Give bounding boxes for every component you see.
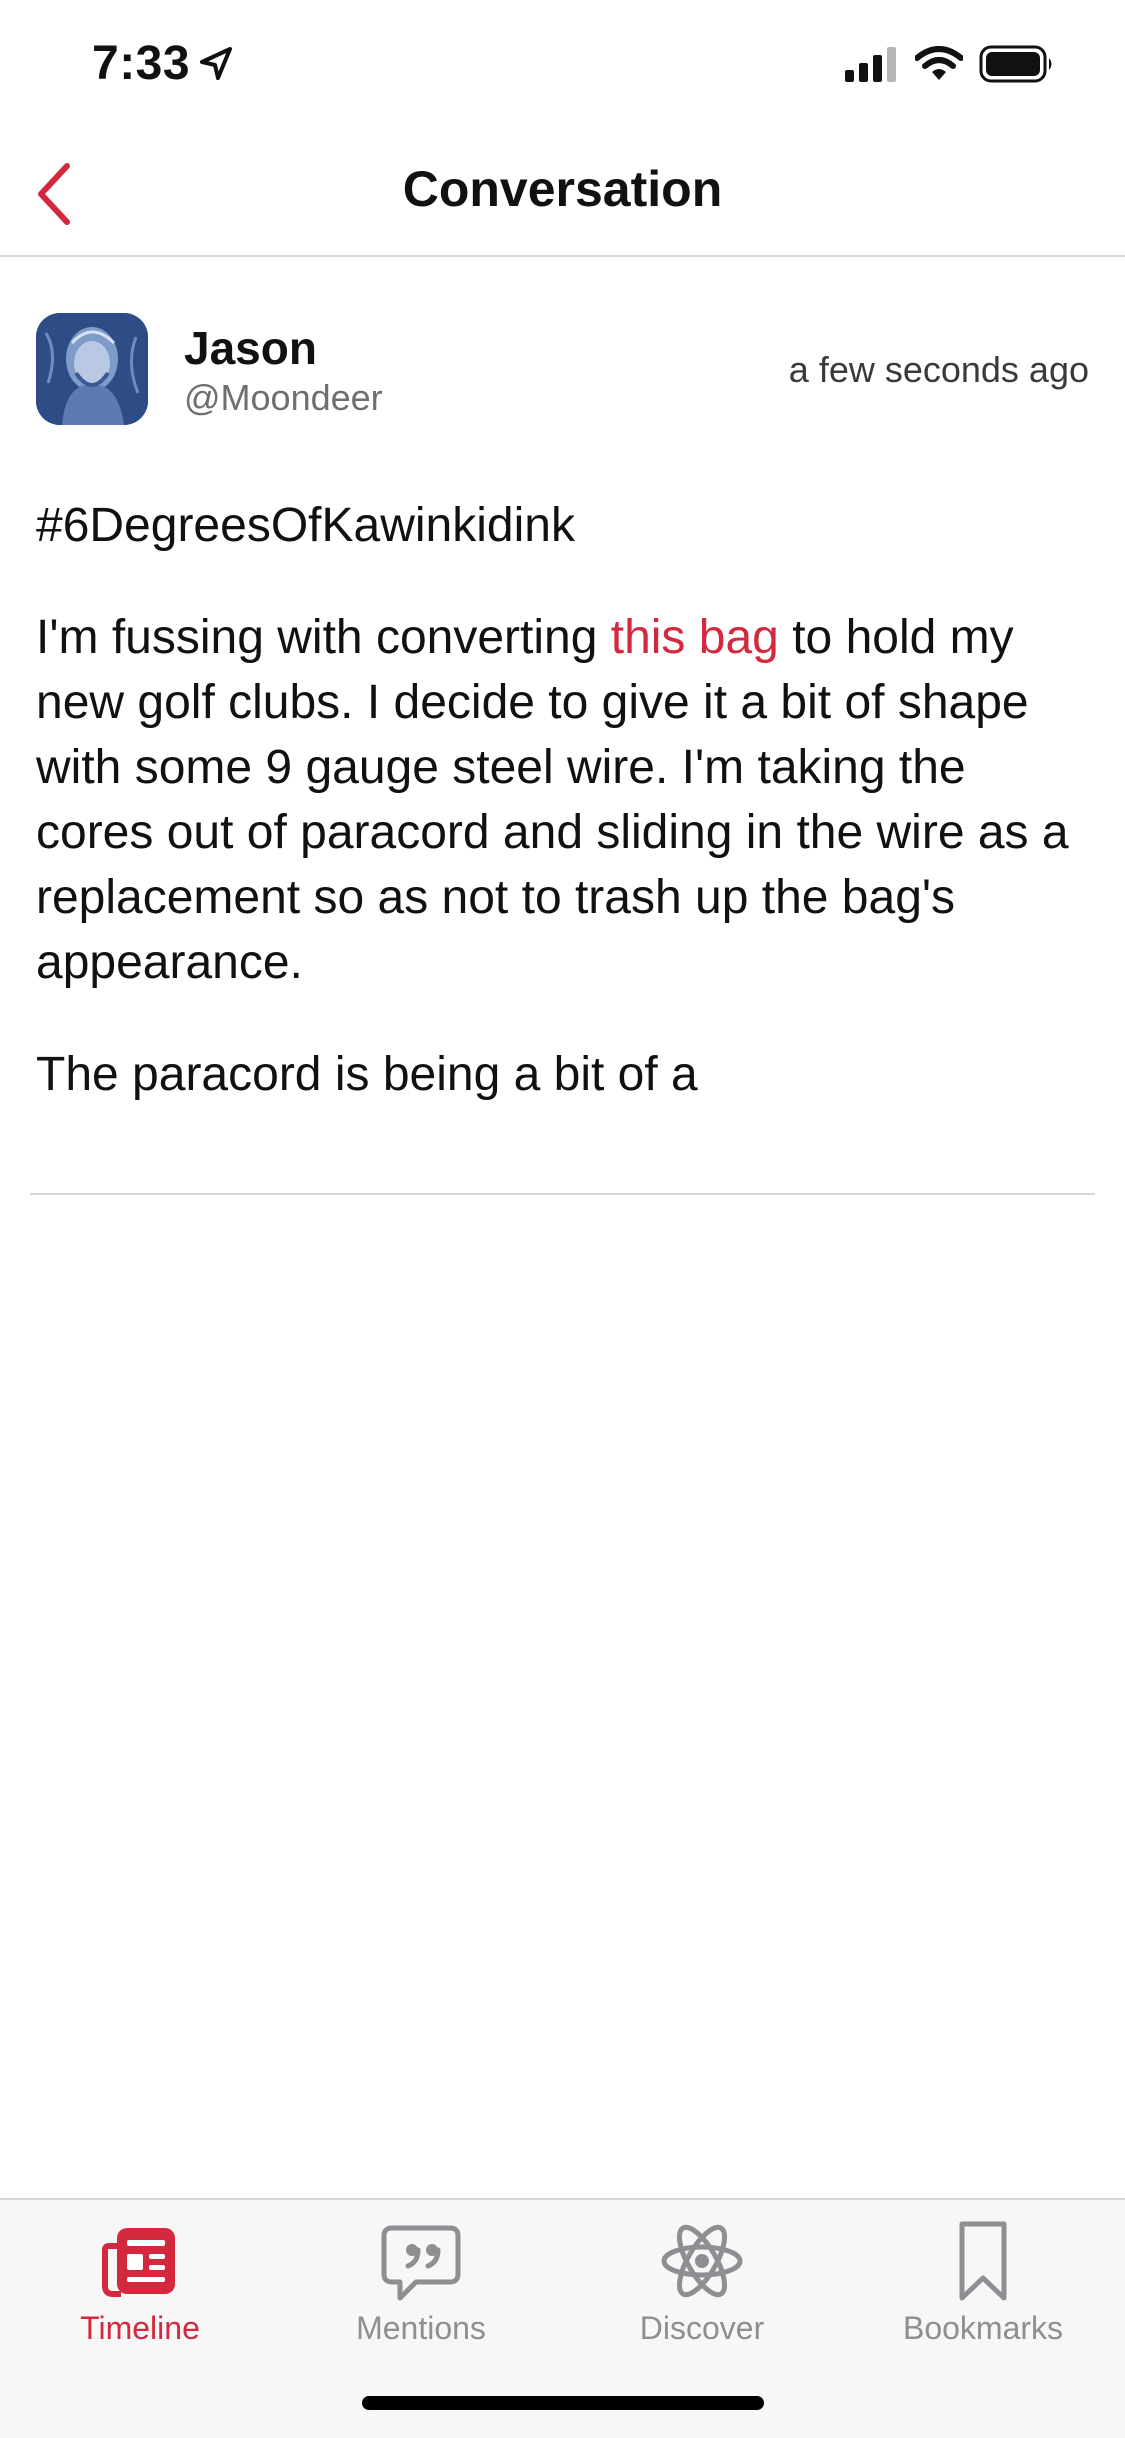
status-time: 7:33: [92, 37, 191, 90]
post-link[interactable]: this bag: [611, 611, 779, 664]
tab-label: Bookmarks: [902, 2310, 1064, 2346]
page-title: Conversation: [402, 161, 723, 217]
status-indicators: [845, 44, 1055, 84]
tab-discover[interactable]: Discover: [562, 2216, 842, 2356]
post-timestamp: a few seconds ago: [788, 349, 1089, 390]
divider: [30, 1193, 1095, 1195]
tab-label: Discover: [639, 2310, 765, 2346]
tab-bookmarks[interactable]: Bookmarks: [843, 2216, 1123, 2356]
wifi-icon: [915, 46, 963, 80]
tab-label: Timeline: [80, 2310, 200, 2346]
paragraph-text: I'm fussing with converting: [36, 611, 611, 664]
tab-mentions[interactable]: Mentions: [281, 2216, 561, 2356]
mentions-icon: [381, 2225, 461, 2301]
post-body: #6DegreesOfKawinkidink I'm fussing with …: [36, 493, 1089, 1154]
tab-label: Mentions: [356, 2310, 486, 2346]
tab-timeline[interactable]: Timeline: [0, 2216, 280, 2356]
battery-icon: [979, 45, 1052, 83]
hashtag-text[interactable]: #6DegreesOfKawinkidink: [36, 499, 575, 552]
paragraph-text: to hold my new golf clubs. I decide to g…: [36, 611, 1069, 989]
location-arrow-icon: [200, 47, 232, 80]
post-paragraph: I'm fussing with converting this bag to …: [36, 605, 1089, 995]
status-bar: 7:33: [0, 0, 1125, 130]
bookmarks-icon: [959, 2221, 1007, 2301]
author-handle[interactable]: @Moondeer: [184, 377, 383, 419]
post-hashtag-line: #6DegreesOfKawinkidink: [36, 493, 1089, 558]
home-indicator[interactable]: [362, 2396, 764, 2410]
discover-icon: [661, 2224, 743, 2298]
post-paragraph: The paracord is being a bit of a: [36, 1042, 1089, 1107]
timeline-icon: [102, 2228, 175, 2297]
paragraph-text: The paracord is being a bit of a: [36, 1048, 698, 1101]
navigation-bar: Conversation: [0, 130, 1125, 257]
avatar-image: [36, 313, 148, 425]
author-name[interactable]: Jason: [184, 321, 317, 375]
cellular-signal-icon: [845, 47, 896, 82]
avatar[interactable]: [36, 313, 148, 425]
